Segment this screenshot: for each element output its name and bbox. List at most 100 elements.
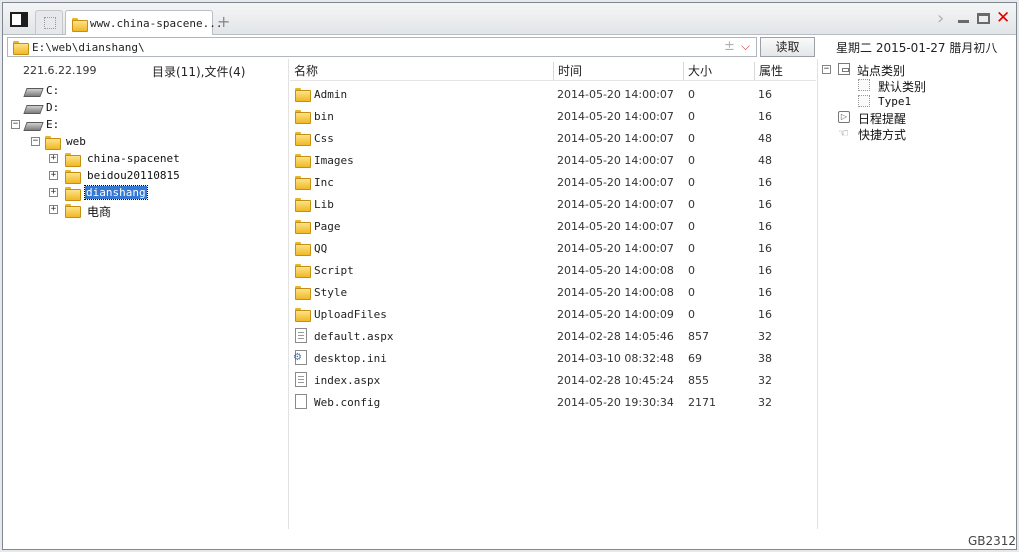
file-attr: 16 [758, 264, 772, 277]
folder-icon [72, 18, 88, 32]
chevron-down-icon[interactable]: ⌵ [741, 39, 750, 54]
hand-icon: ☜ [838, 126, 849, 140]
file-attr: 16 [758, 176, 772, 189]
text-file-icon [295, 372, 307, 387]
file-name: desktop.ini [314, 352, 387, 365]
folder-icon [65, 187, 81, 201]
file-row[interactable]: Page 2014-05-20 14:00:07 0 16 [290, 216, 816, 238]
tab-active[interactable]: www.china-spacene... [65, 10, 222, 35]
file-time: 2014-05-20 19:30:34 [557, 396, 674, 409]
file-row[interactable]: Admin 2014-05-20 14:00:07 0 16 [290, 84, 816, 106]
tab-blank[interactable] [35, 10, 63, 34]
blank-file-icon [295, 394, 307, 409]
file-attr: 48 [758, 154, 772, 167]
file-attr: 16 [758, 220, 772, 233]
file-attr: 16 [758, 242, 772, 255]
expand-icon[interactable]: + [49, 205, 58, 214]
drive-icon [25, 86, 41, 96]
new-tab-button[interactable]: + [217, 12, 230, 31]
file-attr: 16 [758, 308, 772, 321]
file-name: default.aspx [314, 330, 394, 343]
pane-divider[interactable] [817, 59, 818, 529]
read-button[interactable]: 读取 [760, 37, 815, 57]
file-attr: 38 [758, 352, 772, 365]
column-header-time[interactable]: 时间 [552, 62, 582, 80]
default-category-label: 默认类别 [878, 80, 927, 94]
panel-toggle-icon[interactable] [10, 12, 28, 27]
blank-item-icon [858, 95, 870, 107]
file-row[interactable]: QQ 2014-05-20 14:00:07 0 16 [290, 238, 816, 260]
file-time: 2014-05-20 14:00:07 [557, 220, 674, 233]
folder-icon [295, 176, 311, 190]
file-attr: 16 [758, 286, 772, 299]
file-size: 0 [688, 286, 695, 299]
file-time: 2014-05-20 14:00:07 [557, 110, 674, 123]
file-attr: 32 [758, 330, 772, 343]
folder-icon [65, 153, 81, 167]
file-size: 0 [688, 88, 695, 101]
expand-icon[interactable]: + [49, 154, 58, 163]
collapse-icon[interactable]: − [11, 120, 20, 129]
file-row[interactable]: desktop.ini 2014-03-10 08:32:48 69 38 [290, 348, 816, 370]
minimize-button[interactable] [958, 10, 970, 24]
file-list-header: 名称 时间 大小 属性 [290, 59, 816, 81]
file-time: 2014-02-28 14:05:46 [557, 330, 674, 343]
expand-icon[interactable]: + [49, 171, 58, 180]
file-name: Style [314, 286, 348, 299]
app-window: www.china-spacene... + › ✕ E:\web\diansh… [2, 2, 1017, 550]
shortcut-label: 快捷方式 [858, 128, 907, 142]
folder-icon [295, 154, 311, 168]
collapse-icon[interactable]: − [31, 137, 40, 146]
folder-icon [295, 242, 311, 256]
file-name: Css [314, 132, 334, 145]
file-row[interactable]: Web.config 2014-05-20 19:30:34 2171 32 [290, 392, 816, 414]
blank-item-icon [858, 79, 870, 91]
chevron-right-icon[interactable]: › [937, 8, 944, 29]
file-name: Page [314, 220, 341, 233]
file-row[interactable]: Style 2014-05-20 14:00:08 0 16 [290, 282, 816, 304]
expand-icon[interactable]: + [49, 188, 58, 197]
column-header-attr[interactable]: 属性 [753, 62, 783, 80]
tree-item-label: 电商 [87, 205, 112, 219]
tree-item-label: china-spacenet [87, 152, 180, 165]
file-row[interactable]: Script 2014-05-20 14:00:08 0 16 [290, 260, 816, 282]
file-row[interactable]: bin 2014-05-20 14:00:07 0 16 [290, 106, 816, 128]
file-row[interactable]: Css 2014-05-20 14:00:07 0 48 [290, 128, 816, 150]
pane-divider[interactable] [288, 59, 289, 529]
settings-file-icon [293, 350, 307, 365]
file-time: 2014-05-20 14:00:09 [557, 308, 674, 321]
address-bar[interactable]: E:\web\dianshang\ ± ⌵ [7, 37, 757, 57]
file-time: 2014-05-20 14:00:08 [557, 264, 674, 277]
file-row[interactable]: Lib 2014-05-20 14:00:07 0 16 [290, 194, 816, 216]
drive-icon [25, 120, 41, 130]
schedule-label: 日程提醒 [858, 112, 907, 126]
file-size: 857 [688, 330, 709, 343]
close-button[interactable]: ✕ [996, 8, 1010, 28]
file-size: 2171 [688, 396, 716, 409]
folder-icon [65, 170, 81, 184]
file-row[interactable]: default.aspx 2014-02-28 14:05:46 857 32 [290, 326, 816, 348]
file-row[interactable]: Images 2014-05-20 14:00:07 0 48 [290, 150, 816, 172]
tab-label: www.china-spacene... [90, 17, 223, 30]
file-size: 0 [688, 132, 695, 145]
file-row[interactable]: index.aspx 2014-02-28 10:45:24 855 32 [290, 370, 816, 392]
file-name: Script [314, 264, 354, 277]
column-header-size[interactable]: 大小 [682, 62, 712, 80]
title-bar: www.china-spacene... + › ✕ [3, 3, 1016, 35]
collapse-icon[interactable]: − [822, 65, 831, 74]
file-attr: 16 [758, 88, 772, 101]
maximize-button[interactable] [977, 13, 990, 24]
tree-item-label-selected: dianshang [84, 185, 148, 200]
file-name: Web.config [314, 396, 381, 409]
address-input[interactable]: E:\web\dianshang\ [32, 41, 145, 54]
file-row[interactable]: Inc 2014-05-20 14:00:07 0 16 [290, 172, 816, 194]
file-name: UploadFiles [314, 308, 387, 321]
folder-icon [295, 308, 311, 322]
server-ip: 221.6.22.199 [23, 64, 97, 77]
column-header-name[interactable]: 名称 [294, 62, 318, 80]
file-name: Lib [314, 198, 334, 211]
plus-minus-icon[interactable]: ± [724, 39, 735, 54]
folder-icon [295, 88, 311, 102]
text-file-icon [295, 328, 307, 343]
file-row[interactable]: UploadFiles 2014-05-20 14:00:09 0 16 [290, 304, 816, 326]
